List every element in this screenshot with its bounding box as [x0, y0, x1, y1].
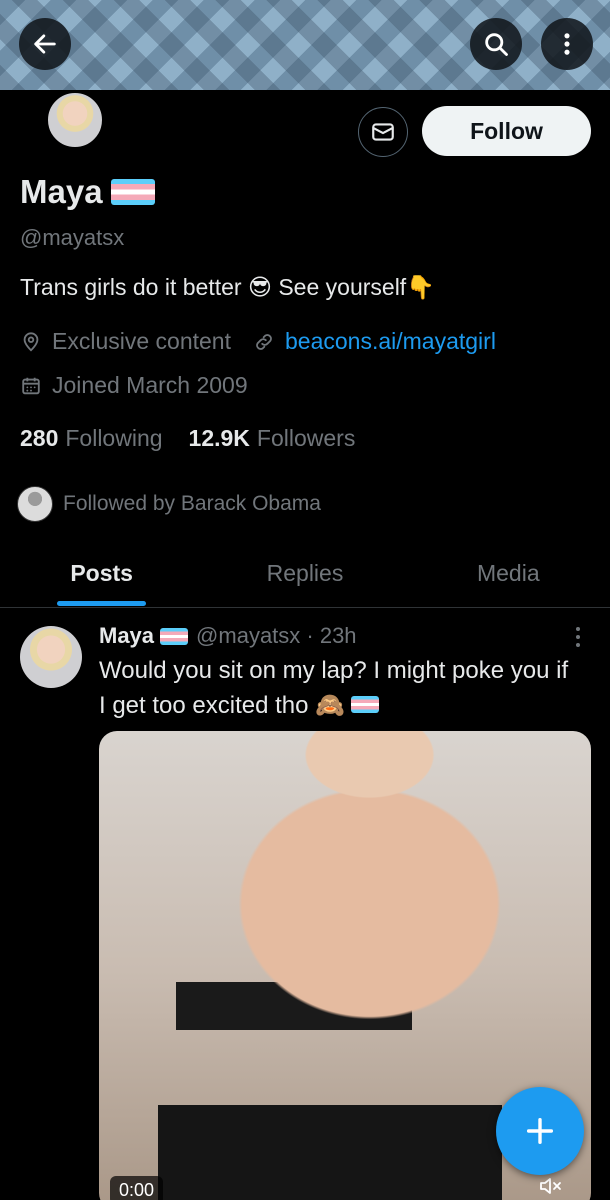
follow-button[interactable]: Follow [422, 106, 591, 156]
bio-suffix: See yourself [278, 274, 407, 300]
profile-avatar[interactable] [45, 90, 105, 150]
speaker-muted-icon [540, 1178, 561, 1194]
profile-meta-row: Exclusive content beacons.ai/mayatgirl [20, 328, 496, 355]
back-button[interactable] [19, 18, 71, 70]
bio-text: Trans girls do it better [20, 274, 242, 300]
search-icon [485, 33, 508, 56]
more-options-button[interactable] [541, 18, 593, 70]
post-text: Would you sit on my lap? I might poke yo… [99, 653, 579, 723]
name-row: Maya [20, 173, 155, 211]
profile-handle: @mayatsx [20, 225, 125, 250]
profile-website-link[interactable]: beacons.ai/mayatgirl [285, 328, 496, 355]
tab-posts[interactable]: Posts [0, 545, 203, 607]
followers-link[interactable]: 12.9K Followers [189, 425, 356, 452]
tab-replies[interactable]: Replies [203, 545, 406, 607]
more-vertical-icon [564, 33, 570, 55]
link-icon [256, 333, 272, 350]
post-meta: @mayatsx · 23h [196, 623, 357, 648]
sunglasses-emoji: 😎 [247, 275, 272, 301]
profile-stats: 280 Following 12.9K Followers [20, 425, 355, 452]
profile-joined-date: Joined March 2009 [52, 372, 248, 398]
display-name: Maya [20, 173, 103, 210]
profile-bio: Trans girls do it better 😎 See yourself👇 [20, 274, 435, 301]
message-button[interactable] [358, 107, 408, 157]
profile-location: Exclusive content [52, 328, 231, 354]
profile-tabs: Posts Replies Media [0, 545, 610, 608]
followers-count: 12.9K [188, 425, 250, 451]
tab-media[interactable]: Media [407, 545, 610, 607]
arrow-left-icon [34, 34, 56, 54]
search-button[interactable] [470, 18, 522, 70]
followed-by-row[interactable]: Followed by Barack Obama [17, 486, 321, 522]
trans-flag-icon [160, 627, 189, 645]
mute-button[interactable] [536, 1172, 566, 1200]
envelope-icon [372, 123, 394, 141]
profile-joined-row: Joined March 2009 [20, 372, 248, 399]
trans-flag-icon [351, 696, 380, 713]
video-timestamp: 0:00 [110, 1176, 164, 1200]
active-tab-indicator [57, 601, 146, 606]
more-vertical-icon [576, 627, 580, 647]
compose-button[interactable] [496, 1087, 584, 1175]
following-label: Following [65, 425, 163, 451]
pointing-down-emoji: 👇 [406, 275, 435, 301]
follower-avatar [17, 486, 53, 522]
post-more-button[interactable] [568, 624, 588, 655]
plus-icon [526, 1117, 554, 1145]
following-link[interactable]: 280 Following [20, 425, 163, 452]
post-author-avatar[interactable] [20, 626, 82, 688]
calendar-icon [22, 377, 40, 394]
followed-by-text: Followed by Barack Obama [63, 492, 321, 515]
post-author-name[interactable]: Maya [99, 623, 154, 649]
post-header: Maya @mayatsx · 23h [99, 623, 357, 649]
following-count: 280 [20, 425, 59, 451]
followers-label: Followers [256, 425, 356, 451]
trans-flag-icon [110, 179, 155, 205]
location-pin-icon [23, 331, 39, 352]
see-no-evil-emoji: 🙈 [315, 691, 346, 719]
